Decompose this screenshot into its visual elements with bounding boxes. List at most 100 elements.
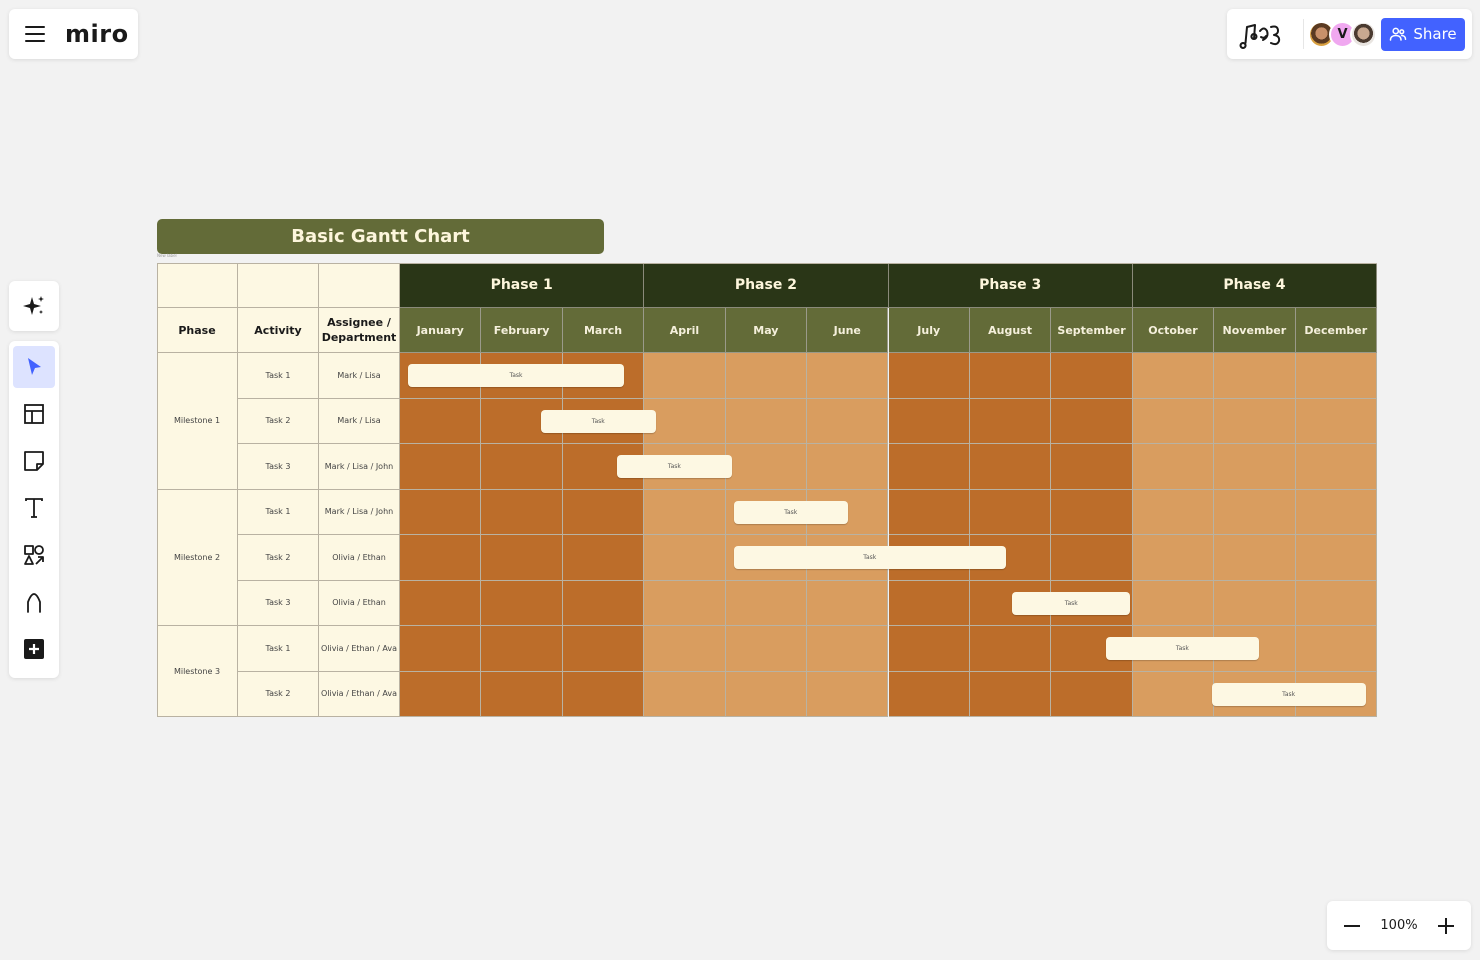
header-activity[interactable]: Activity — [238, 308, 319, 353]
timeline-cell[interactable] — [1132, 444, 1215, 490]
month-header[interactable]: October — [1132, 308, 1215, 353]
ai-assist-button[interactable] — [9, 281, 59, 331]
assignee-cell[interactable]: Mark / Lisa / John — [319, 444, 400, 490]
tool-pen[interactable] — [13, 581, 55, 623]
month-header[interactable]: July — [888, 308, 970, 353]
activity-cell[interactable]: Task 2 — [238, 535, 319, 581]
timeline-cell[interactable] — [481, 580, 563, 626]
timeline-cell[interactable] — [400, 626, 482, 672]
tool-sticky-note[interactable] — [13, 440, 55, 482]
timeline-cell[interactable] — [644, 580, 726, 626]
milestone-cell[interactable]: Milestone 2 — [157, 489, 238, 626]
activity-cell[interactable]: Task 2 — [238, 671, 319, 717]
task-bar[interactable]: Task — [1012, 591, 1131, 615]
timeline-cell[interactable] — [1214, 444, 1296, 490]
activity-cell[interactable]: Task 3 — [238, 580, 319, 626]
jam-app-icon[interactable] — [1239, 19, 1287, 49]
timeline-cell[interactable] — [1214, 535, 1296, 581]
timeline-cell[interactable] — [644, 671, 726, 717]
month-header[interactable]: November — [1214, 308, 1296, 353]
timeline-cell[interactable] — [1295, 489, 1377, 535]
timeline-cell[interactable] — [1132, 353, 1215, 399]
timeline-cell[interactable] — [1132, 398, 1215, 444]
timeline-cell[interactable] — [562, 535, 645, 581]
timeline-cell[interactable] — [1295, 535, 1377, 581]
zoom-in-button[interactable] — [1435, 915, 1457, 937]
timeline-cell[interactable] — [1051, 353, 1133, 399]
timeline-cell[interactable] — [400, 444, 482, 490]
timeline-cell[interactable] — [725, 398, 808, 444]
timeline-cell[interactable] — [1214, 398, 1296, 444]
timeline-cell[interactable] — [1051, 398, 1133, 444]
zoom-out-button[interactable] — [1341, 915, 1363, 937]
month-header[interactable]: December — [1295, 308, 1377, 353]
month-header[interactable]: February — [481, 308, 563, 353]
timeline-cell[interactable] — [1051, 489, 1133, 535]
timeline-cell[interactable] — [644, 398, 726, 444]
month-header[interactable]: January — [400, 308, 482, 353]
assignee-cell[interactable]: Mark / Lisa / John — [319, 489, 400, 535]
timeline-cell[interactable] — [1051, 535, 1133, 581]
timeline-cell[interactable] — [562, 580, 645, 626]
activity-cell[interactable]: Task 1 — [238, 489, 319, 535]
timeline-cell[interactable] — [888, 398, 970, 444]
assignee-cell[interactable]: Olivia / Ethan / Ava — [319, 626, 400, 672]
tool-more[interactable] — [13, 628, 55, 670]
timeline-cell[interactable] — [888, 626, 970, 672]
timeline-cell[interactable] — [481, 489, 563, 535]
miro-logo[interactable]: miro — [65, 20, 129, 48]
timeline-cell[interactable] — [1132, 580, 1215, 626]
timeline-cell[interactable] — [969, 398, 1052, 444]
timeline-cell[interactable] — [1295, 398, 1377, 444]
timeline-cell[interactable] — [481, 535, 563, 581]
timeline-cell[interactable] — [1214, 580, 1296, 626]
month-header[interactable]: June — [807, 308, 889, 353]
timeline-cell[interactable] — [644, 626, 726, 672]
timeline-cell[interactable] — [1214, 489, 1296, 535]
timeline-cell[interactable] — [888, 580, 970, 626]
timeline-cell[interactable] — [888, 489, 970, 535]
assignee-cell[interactable]: Mark / Lisa — [319, 353, 400, 399]
timeline-cell[interactable] — [1295, 626, 1377, 672]
month-header[interactable]: March — [562, 308, 645, 353]
timeline-cell[interactable] — [1051, 671, 1133, 717]
timeline-cell[interactable] — [969, 444, 1052, 490]
timeline-cell[interactable] — [888, 353, 970, 399]
timeline-cell[interactable] — [888, 671, 970, 717]
timeline-cell[interactable] — [725, 626, 808, 672]
task-bar[interactable]: Task — [408, 364, 624, 388]
timeline-cell[interactable] — [1295, 444, 1377, 490]
month-header[interactable]: August — [969, 308, 1052, 353]
timeline-cell[interactable] — [481, 626, 563, 672]
hamburger-icon[interactable] — [25, 26, 45, 42]
phase-header[interactable]: Phase 4 — [1132, 263, 1377, 308]
tool-shapes[interactable] — [13, 534, 55, 576]
timeline-cell[interactable] — [807, 671, 889, 717]
timeline-cell[interactable] — [807, 353, 889, 399]
gantt-title[interactable]: Basic Gantt Chart — [157, 219, 604, 254]
timeline-cell[interactable] — [807, 398, 889, 444]
timeline-cell[interactable] — [1132, 489, 1215, 535]
timeline-cell[interactable] — [644, 535, 726, 581]
phase-header[interactable]: Phase 1 — [400, 263, 645, 308]
timeline-cell[interactable] — [400, 398, 482, 444]
phase-header[interactable]: Phase 2 — [644, 263, 889, 308]
task-bar[interactable]: Task — [616, 455, 733, 479]
task-bar[interactable]: Task — [733, 546, 1006, 570]
header-assignee[interactable]: Assignee / Department — [319, 308, 400, 353]
zoom-level[interactable]: 100% — [1380, 918, 1417, 933]
activity-cell[interactable]: Task 1 — [238, 626, 319, 672]
timeline-cell[interactable] — [725, 580, 808, 626]
month-header[interactable]: September — [1051, 308, 1133, 353]
share-button[interactable]: Share — [1381, 17, 1465, 51]
task-bar[interactable]: Task — [540, 409, 656, 433]
timeline-cell[interactable] — [400, 671, 482, 717]
timeline-cell[interactable] — [1295, 580, 1377, 626]
timeline-cell[interactable] — [1132, 671, 1215, 717]
task-bar[interactable]: Task — [1211, 682, 1366, 706]
timeline-cell[interactable] — [400, 489, 482, 535]
header-empty-cell[interactable] — [238, 263, 319, 308]
timeline-cell[interactable] — [807, 626, 889, 672]
header-phase[interactable]: Phase — [157, 308, 238, 353]
timeline-cell[interactable] — [969, 671, 1052, 717]
